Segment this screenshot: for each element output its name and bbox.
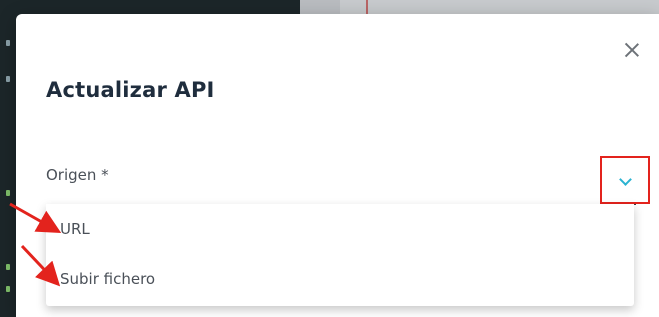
dropdown-option-upload-file[interactable]: Subir fichero: [60, 270, 155, 288]
chevron-highlight-box[interactable]: [600, 156, 650, 204]
close-icon[interactable]: [622, 40, 642, 60]
chevron-down-icon[interactable]: [619, 173, 632, 186]
origin-dropdown-menu: URL Subir fichero: [46, 204, 634, 306]
origin-select-label: Origen *: [46, 166, 109, 184]
dropdown-option-url[interactable]: URL: [60, 220, 90, 238]
origin-select[interactable]: Origen *: [46, 154, 650, 205]
background-gutter: [0, 0, 16, 317]
dialog-title: Actualizar API: [46, 78, 215, 102]
